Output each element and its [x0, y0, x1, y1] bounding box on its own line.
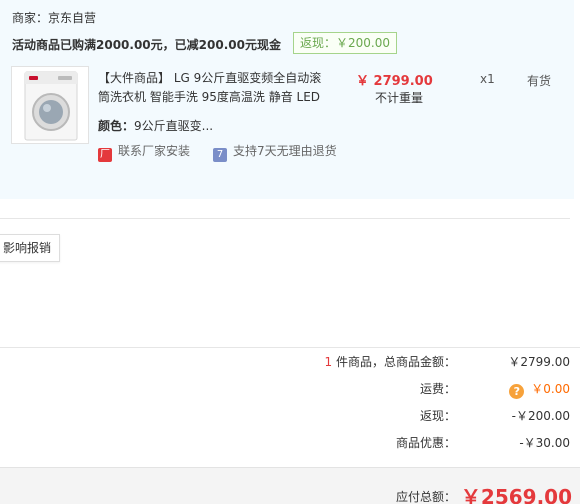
color-label: 颜色： — [98, 119, 135, 133]
cashback-tag: 返现：￥200.00 — [293, 32, 397, 54]
merchant-label: 商家：京东自营 — [12, 11, 97, 25]
discount-value: -￥30.00 — [519, 436, 570, 450]
summary-freight-row: 运费： ? ￥0.00 — [0, 380, 574, 399]
freight-label: 运费： — [419, 382, 456, 396]
item-quantity: x1 — [480, 72, 495, 86]
payable-value: ￥2569.00 — [460, 485, 572, 504]
service-return[interactable]: 7 支持7天无理由退货 — [213, 143, 337, 162]
return-icon: 7 — [213, 148, 227, 162]
stock-status: 有货 — [527, 74, 552, 88]
freight-value: ? ￥0.00 — [509, 380, 570, 399]
payable-total-bar: 应付总额： ￥2569.00 — [0, 467, 580, 504]
item-price: ￥ 2799.00 — [356, 74, 433, 89]
goods-total-value: ￥2799.00 — [508, 355, 570, 369]
promo-text: 活动商品已购满2000.00元，已减200.00元现金 — [12, 38, 281, 52]
washing-machine-icon — [24, 71, 78, 141]
cashback-label: 返现： — [419, 409, 456, 423]
discount-label: 商品优惠： — [395, 436, 456, 450]
payable-label: 应付总额： — [395, 490, 456, 504]
product-thumbnail[interactable] — [11, 66, 89, 144]
install-icon: 厂 — [98, 148, 112, 162]
summary-cashback-row: 返现： -￥200.00 — [0, 407, 574, 425]
color-value: 9公斤直驱变... — [134, 119, 214, 133]
divider — [0, 218, 570, 219]
service-install-label: 联系厂家安装 — [118, 144, 191, 158]
summary-goods-row: 1 件商品，总商品金额： ￥2799.00 — [0, 353, 574, 371]
summary-discount-row: 商品优惠： -￥30.00 — [0, 434, 574, 452]
service-return-label: 支持7天无理由退货 — [233, 144, 337, 158]
reimbursement-impact-button[interactable]: 影响报销 — [0, 234, 60, 262]
divider — [0, 347, 580, 348]
product-title[interactable]: 【大件商品】 LG 9公斤直驱变频全自动滚筒洗衣机 智能手洗 95度高温洗 静音… — [98, 69, 324, 107]
question-icon[interactable]: ? — [509, 384, 525, 399]
weight-note: 不计重量 — [375, 91, 424, 105]
order-item-panel: 商家：京东自营 活动商品已购满2000.00元，已减200.00元现金 返现：￥… — [0, 0, 574, 199]
service-install[interactable]: 厂联系厂家安装 — [98, 143, 191, 162]
cashback-value: -￥200.00 — [511, 409, 570, 423]
goods-count-label: 1 件商品，总商品金额： — [324, 355, 456, 369]
product-color: 颜色：9公斤直驱变... — [98, 117, 213, 134]
